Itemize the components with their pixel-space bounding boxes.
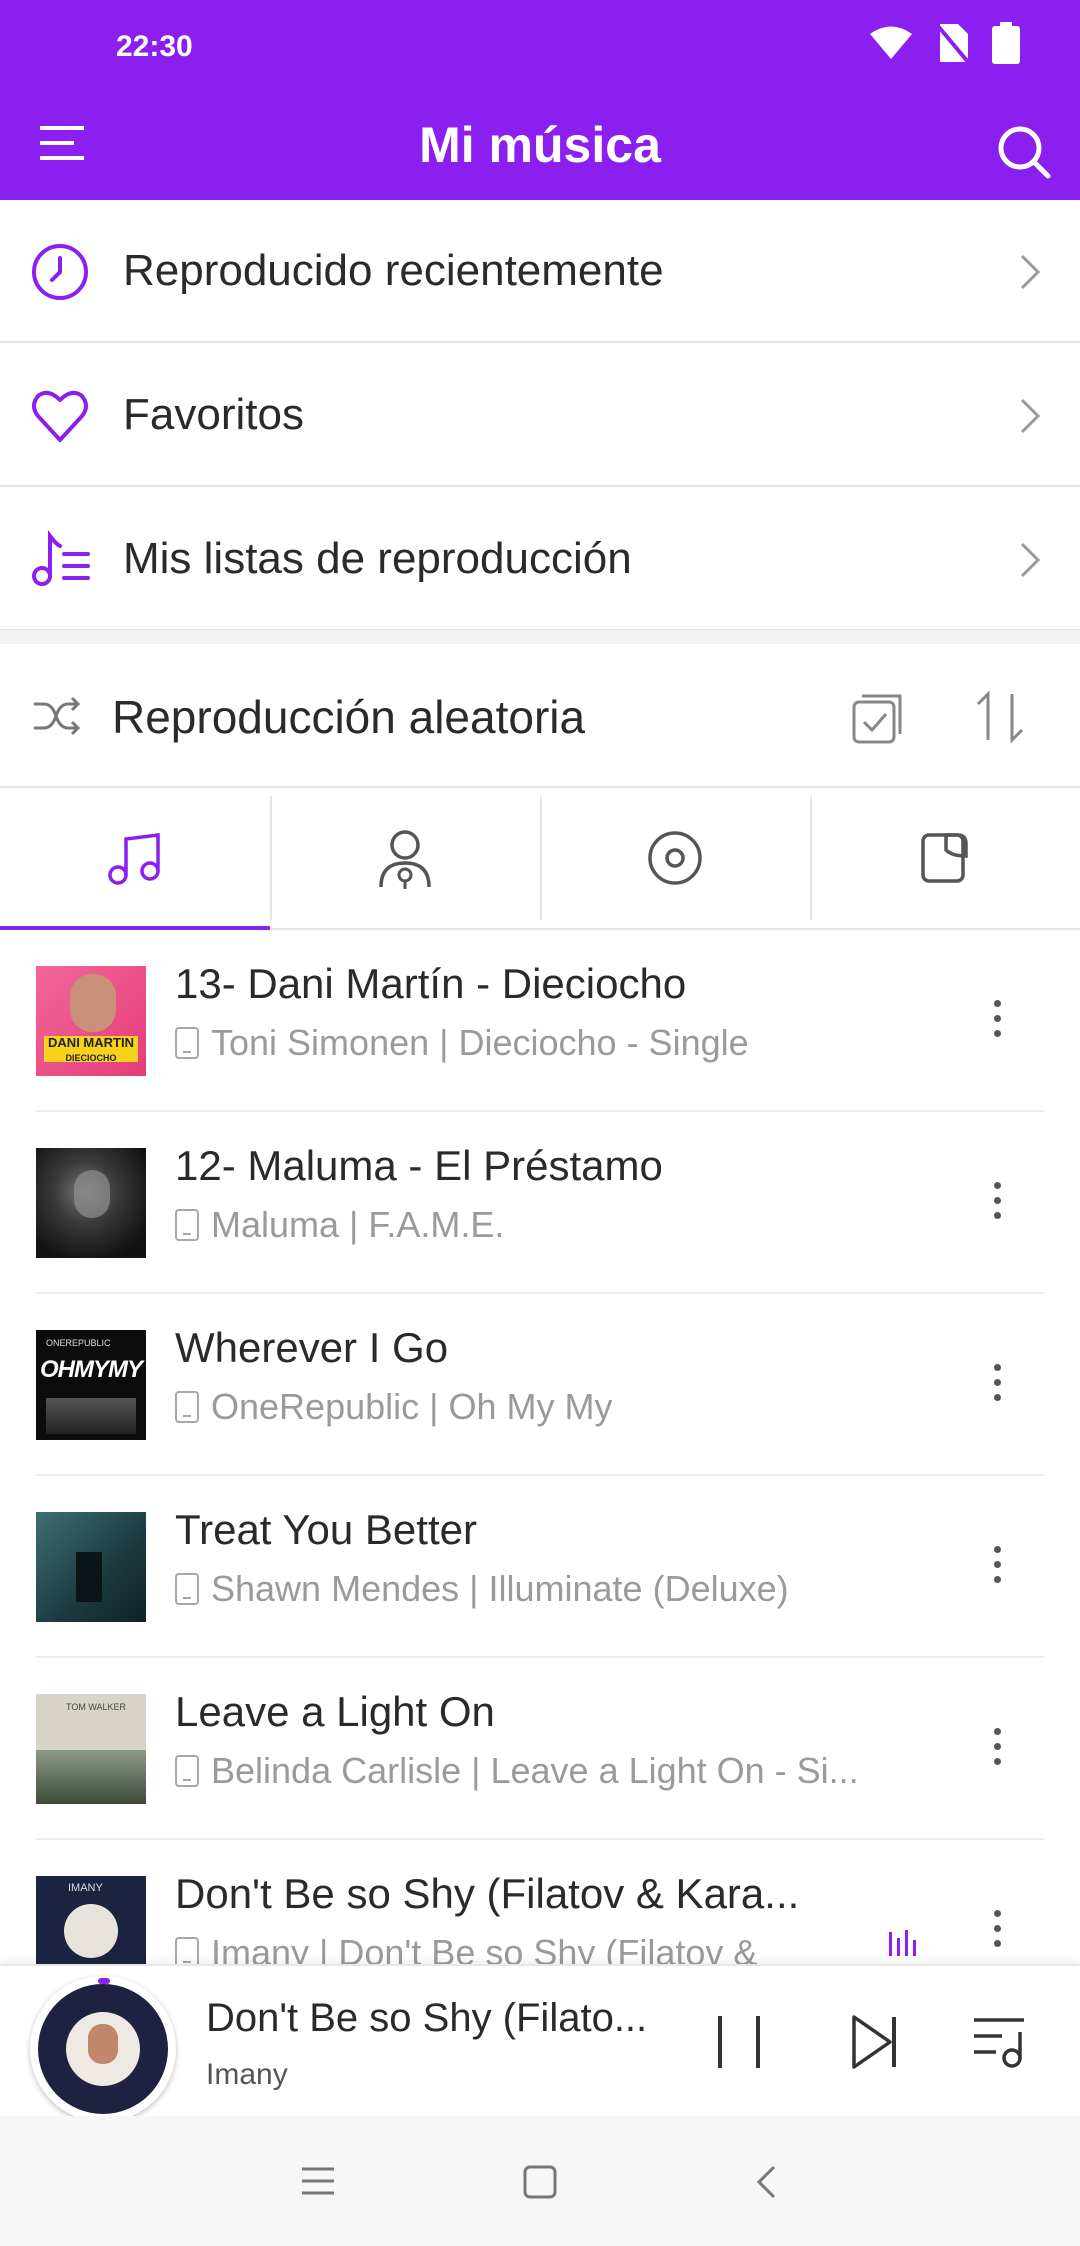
- music-note-icon: [108, 833, 160, 885]
- local-file-icon: [175, 1573, 199, 1605]
- recents-menu-icon[interactable]: [300, 2166, 336, 2196]
- skip-next-icon[interactable]: [850, 2014, 900, 2070]
- status-time: 22:30: [116, 30, 193, 63]
- back-icon[interactable]: [754, 2164, 778, 2200]
- tab-albums[interactable]: [540, 788, 810, 928]
- nav-label: Favoritos: [123, 389, 304, 439]
- battery-icon: [992, 22, 1020, 64]
- art-text: OHMYMY: [40, 1356, 143, 1383]
- shuffle-bar: Reproducción aleatoria: [0, 644, 1080, 788]
- chevron-right-icon: [1020, 254, 1041, 290]
- art-subtext: DIECIOCHO: [65, 1053, 117, 1063]
- song-row[interactable]: TOM WALKER Leave a Light On Belinda Carl…: [0, 1658, 1080, 1840]
- local-file-icon: [175, 1209, 199, 1241]
- song-subtitle-text: Belinda Carlisle | Leave a Light On - Si…: [211, 1750, 859, 1791]
- system-navigation-bar: [0, 2116, 1080, 2246]
- nav-favorites[interactable]: Favoritos: [0, 344, 1080, 487]
- now-playing-equalizer-icon: [889, 1930, 916, 1956]
- now-playing-disc[interactable]: [30, 1976, 176, 2122]
- song-subtitle-text: Maluma | F.A.M.E.: [211, 1204, 505, 1245]
- app-header: 22:30 Mi música: [0, 0, 1080, 200]
- chevron-right-icon: [1020, 398, 1041, 434]
- section-separator: [0, 630, 1080, 644]
- local-file-icon: [175, 1027, 199, 1059]
- library-tabs: [0, 788, 1080, 930]
- song-title: Leave a Light On: [175, 1688, 495, 1735]
- nav-label: Reproducido recientemente: [123, 245, 664, 295]
- more-options-icon[interactable]: [992, 1546, 1002, 1588]
- now-playing-art: [38, 1984, 168, 2114]
- song-subtitle: Maluma | F.A.M.E.: [175, 1204, 504, 1246]
- art-subtext: ONEREPUBLIC: [46, 1338, 111, 1348]
- shuffle-play-label[interactable]: Reproducción aleatoria: [112, 690, 585, 744]
- song-title: Don't Be so Shy (Filatov & Kara...: [175, 1870, 800, 1917]
- sort-icon[interactable]: [974, 690, 1026, 744]
- home-icon[interactable]: [522, 2164, 558, 2200]
- song-subtitle-text: Toni Simonen | Dieciocho - Single: [211, 1022, 749, 1063]
- artist-icon: [379, 830, 431, 889]
- local-file-icon: [175, 1391, 199, 1423]
- tab-songs[interactable]: [0, 788, 270, 930]
- tab-folders[interactable]: [810, 788, 1080, 928]
- playlist-icon: [32, 530, 90, 586]
- more-options-icon[interactable]: [992, 1910, 1002, 1952]
- song-title: 12- Maluma - El Préstamo: [175, 1142, 663, 1189]
- song-subtitle-text: Shawn Mendes | Illuminate (Deluxe): [211, 1568, 789, 1609]
- song-subtitle: Belinda Carlisle | Leave a Light On - Si…: [175, 1750, 859, 1792]
- art-text: TOM WALKER: [66, 1702, 127, 1712]
- art-text: DANI MARTIN: [48, 1035, 134, 1050]
- more-options-icon[interactable]: [992, 1000, 1002, 1042]
- status-icons: [868, 22, 1020, 64]
- now-playing-artist: Imany: [206, 2058, 288, 2091]
- mini-player[interactable]: Don't Be so Shy (Filato... Imany: [0, 1964, 1080, 2122]
- song-subtitle: OneRepublic | Oh My My: [175, 1386, 612, 1428]
- album-art: DANI MARTIN DIECIOCHO: [36, 966, 146, 1076]
- album-art: TOM WALKER: [36, 1694, 146, 1804]
- chevron-right-icon: [1020, 542, 1041, 578]
- now-playing-title: Don't Be so Shy (Filato...: [206, 1996, 648, 2040]
- shuffle-icon[interactable]: [32, 694, 80, 738]
- album-art: [36, 1512, 146, 1622]
- page-title: Mi música: [419, 117, 661, 173]
- wifi-icon: [870, 26, 912, 59]
- local-file-icon: [175, 1755, 199, 1787]
- song-row[interactable]: ONEREPUBLIC OHMYMY Wherever I Go OneRepu…: [0, 1294, 1080, 1476]
- song-title: Treat You Better: [175, 1506, 477, 1553]
- nav-label: Mis listas de reproducción: [123, 533, 632, 583]
- nav-playlists[interactable]: Mis listas de reproducción: [0, 488, 1080, 631]
- song-subtitle: Toni Simonen | Dieciocho - Single: [175, 1022, 749, 1064]
- pause-icon[interactable]: [714, 2014, 764, 2070]
- no-sim-icon: [936, 24, 970, 64]
- folder-icon: [921, 833, 968, 883]
- album-disc-icon: [648, 831, 702, 885]
- heart-icon: [32, 390, 88, 442]
- song-title: 13- Dani Martín - Dieciocho: [175, 960, 687, 1007]
- more-options-icon[interactable]: [992, 1364, 1002, 1406]
- song-row[interactable]: 12- Maluma - El Préstamo Maluma | F.A.M.…: [0, 1112, 1080, 1294]
- art-text: IMANY: [68, 1882, 103, 1894]
- clock-icon: [32, 244, 88, 300]
- tab-artists[interactable]: [270, 788, 540, 928]
- song-subtitle-text: OneRepublic | Oh My My: [211, 1386, 613, 1427]
- song-subtitle: Shawn Mendes | Illuminate (Deluxe): [175, 1568, 789, 1610]
- queue-icon[interactable]: [972, 2014, 1030, 2070]
- song-title: Wherever I Go: [175, 1324, 449, 1371]
- nav-recently-played[interactable]: Reproducido recientemente: [0, 200, 1080, 343]
- multi-select-icon[interactable]: [852, 692, 904, 744]
- album-art: [36, 1148, 146, 1258]
- song-row[interactable]: DANI MARTIN DIECIOCHO 13- Dani Martín - …: [0, 930, 1080, 1112]
- search-icon[interactable]: [996, 124, 1052, 180]
- more-options-icon[interactable]: [992, 1182, 1002, 1224]
- song-row[interactable]: Treat You Better Shawn Mendes | Illumina…: [0, 1476, 1080, 1658]
- album-art: ONEREPUBLIC OHMYMY: [36, 1330, 146, 1440]
- more-options-icon[interactable]: [992, 1728, 1002, 1770]
